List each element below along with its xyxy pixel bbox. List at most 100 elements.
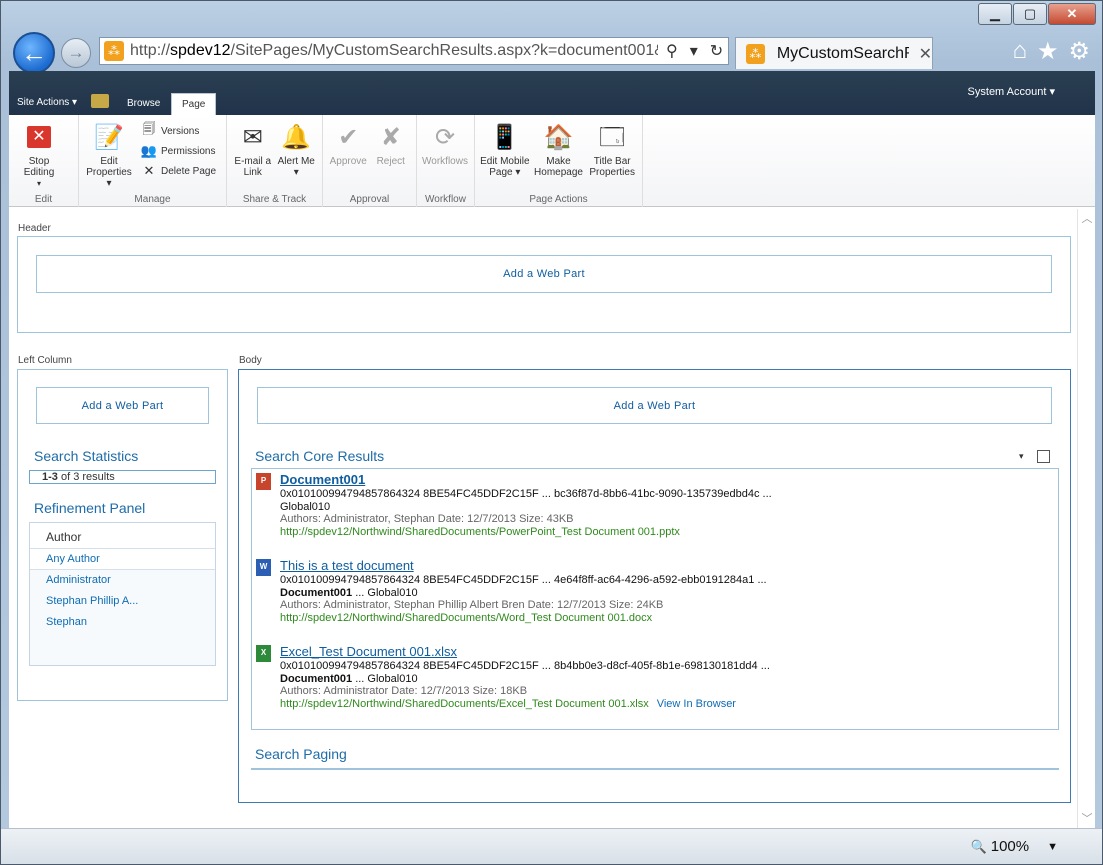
account-menu[interactable]: System Account ▾ [968, 85, 1055, 98]
tab-close-icon[interactable]: ✕ [919, 44, 932, 64]
address-bar[interactable]: ⁂ http://spdev12/SitePages/MyCustomSearc… [99, 37, 729, 65]
scroll-up-icon[interactable]: ︿ [1078, 209, 1096, 227]
ribbon-group-manage: 📝 Edit Properties ▾ 🗐 Versions 👥 Permissio… [79, 115, 227, 207]
reject-button[interactable]: ✘ Reject [370, 121, 413, 167]
tab-browse[interactable]: Browse [117, 93, 170, 115]
result-hit: Document001 [280, 672, 353, 685]
stop-editing-label: Stop Editing [23, 156, 55, 178]
stats-range: 1-3 [42, 471, 58, 483]
versions-button[interactable]: 🗐 Versions [141, 121, 216, 139]
edit-mobile-page-button[interactable]: 📱 Edit Mobile Page ▾ [479, 121, 531, 178]
dropdown-icon[interactable]: ▾ [690, 41, 698, 61]
tab-page[interactable]: Page [171, 93, 217, 115]
result-title[interactable]: This is a test document [280, 558, 767, 574]
zoom-control[interactable]: 🔍 100% ▼ [971, 838, 1058, 855]
result-snippet: 0x010100994794857864324 8BE54FC45DDF2C15… [280, 660, 770, 672]
window-controls: ▁ ▢ ✕ [977, 3, 1096, 25]
approve-icon: ✔ [338, 123, 359, 151]
result-item: W This is a test document 0x010100994794… [256, 558, 767, 625]
search-paging-divider [251, 768, 1059, 770]
home-page-icon: 🏠 [543, 123, 574, 151]
permissions-icon: 👥 [140, 143, 158, 158]
tab-favicon-icon: ⁂ [746, 43, 765, 64]
stop-editing-button[interactable]: ✕ Stop Editing ▾ [13, 121, 65, 189]
edit-properties-button[interactable]: 📝 Edit Properties ▾ [83, 121, 135, 189]
add-web-part-left[interactable]: Add a Web Part [36, 387, 209, 424]
url-text[interactable]: http://spdev12/SitePages/MyCustomSearchR… [130, 42, 658, 60]
edit-mobile-label: Edit Mobile Page ▾ [480, 156, 530, 178]
make-homepage-label: Make Homepage [534, 156, 583, 178]
excel-file-icon: X [256, 645, 271, 662]
home-icon[interactable]: ⌂ [1012, 37, 1027, 66]
title-bar-label: Title Bar Properties [589, 156, 635, 178]
web-part-select-checkbox[interactable] [1037, 450, 1050, 463]
url-path: /SitePages/MyCustomSearchResults.aspx?k=… [230, 42, 658, 59]
navigate-up-icon[interactable] [91, 94, 109, 108]
zoom-dropdown-icon[interactable]: ▼ [1047, 841, 1058, 853]
bell-icon: 🔔 [281, 123, 312, 151]
add-web-part-header[interactable]: Add a Web Part [36, 255, 1052, 293]
search-icon[interactable]: ⚲ [666, 41, 678, 61]
workflows-button[interactable]: ⟳ Workflows [421, 121, 469, 167]
site-favicon-icon: ⁂ [104, 41, 124, 61]
refinement-item[interactable]: Stephan Phillip A... [30, 591, 215, 612]
workflows-label: Workflows [422, 156, 468, 167]
result-hit: Document001 [280, 586, 353, 599]
email-link-label: E-mail a Link [234, 156, 272, 178]
envelope-icon: ✉ [242, 123, 263, 151]
refresh-icon[interactable]: ↻ [710, 41, 723, 61]
minimize-button[interactable]: ▁ [978, 3, 1012, 25]
browser-toolbar: ⌂ ★ ⚙ [1012, 37, 1090, 66]
mobile-page-icon: 📱 [489, 123, 520, 151]
title-bar-properties-button[interactable]: 🗔 Title Bar Properties [586, 121, 638, 178]
refinement-item[interactable]: Stephan [30, 612, 215, 633]
refinement-panel: Author Any Author Administrator Stephan … [29, 522, 216, 666]
ribbon-group-approval: ✔ Approve ✘ Reject Approval [323, 115, 417, 207]
refinement-item[interactable]: Administrator [30, 570, 215, 591]
email-link-button[interactable]: ✉ E-mail a Link [231, 121, 275, 178]
maximize-button[interactable]: ▢ [1013, 3, 1047, 25]
body-zone-label: Body [239, 355, 262, 366]
result-snippet-text: ... Global010 [352, 672, 418, 685]
delete-page-button[interactable]: ✕ Delete Page [141, 163, 217, 179]
left-column-label: Left Column [18, 355, 72, 366]
result-snippet-text: ... Global010 [352, 586, 418, 599]
arrow-left-icon: ← [21, 37, 47, 68]
result-title[interactable]: Excel_Test Document 001.xlsx [280, 644, 770, 660]
result-item: X Excel_Test Document 001.xlsx 0x0101009… [256, 644, 770, 710]
search-paging-title: Search Paging [255, 746, 347, 762]
title-bar-icon: 🗔 [599, 123, 626, 151]
page-viewport: Site Actions ▾ Browse Page System Accoun… [9, 71, 1095, 829]
result-snippet-2: Document001 ... Global010 [280, 587, 767, 600]
gear-icon[interactable]: ⚙ [1068, 37, 1090, 66]
alert-me-button[interactable]: 🔔 Alert Me ▾ [275, 121, 319, 178]
site-actions-menu[interactable]: Site Actions ▾ [17, 97, 77, 108]
approve-button[interactable]: ✔ Approve [327, 121, 370, 167]
forward-button[interactable]: → [61, 38, 91, 68]
zoom-icon: 🔍 [970, 838, 987, 854]
result-snippet: 0x010100994794857864324 8BE54FC45DDF2C15… [280, 574, 767, 586]
scroll-down-icon[interactable]: ﹀ [1078, 809, 1096, 827]
result-url: http://spdev12/Northwind/SharedDocuments… [280, 612, 767, 625]
result-url-text[interactable]: http://spdev12/Northwind/SharedDocuments… [280, 698, 649, 710]
back-button[interactable]: ← [13, 32, 55, 74]
result-title[interactable]: Document001 [280, 472, 772, 488]
versions-label: Versions [161, 125, 200, 137]
browser-tab[interactable]: ⁂ MyCustomSearchRe... ✕ [735, 37, 933, 69]
make-homepage-button[interactable]: 🏠 Make Homepage [533, 121, 585, 178]
permissions-button[interactable]: 👥 Permissions [141, 143, 216, 159]
result-url-text[interactable]: http://spdev12/Northwind/SharedDocuments… [280, 526, 680, 538]
web-part-menu-icon[interactable]: ▾ [1019, 451, 1024, 462]
delete-icon: ✕ [143, 163, 155, 178]
word-file-icon: W [256, 559, 271, 576]
ribbon-group-workflow: ⟳ Workflows Workflow [417, 115, 475, 207]
view-in-browser-link[interactable]: View In Browser [657, 698, 736, 710]
favorites-star-icon[interactable]: ★ [1037, 37, 1059, 66]
ribbon-group-edit: ✕ Stop Editing ▾ Edit [9, 115, 79, 207]
result-url-text[interactable]: http://spdev12/Northwind/SharedDocuments… [280, 612, 652, 624]
vertical-scrollbar[interactable]: ︿ ﹀ [1077, 209, 1095, 829]
group-label-edit: Edit [34, 194, 53, 205]
close-window-button[interactable]: ✕ [1048, 3, 1096, 25]
refinement-item[interactable]: Any Author [30, 549, 215, 570]
add-web-part-body[interactable]: Add a Web Part [257, 387, 1052, 424]
